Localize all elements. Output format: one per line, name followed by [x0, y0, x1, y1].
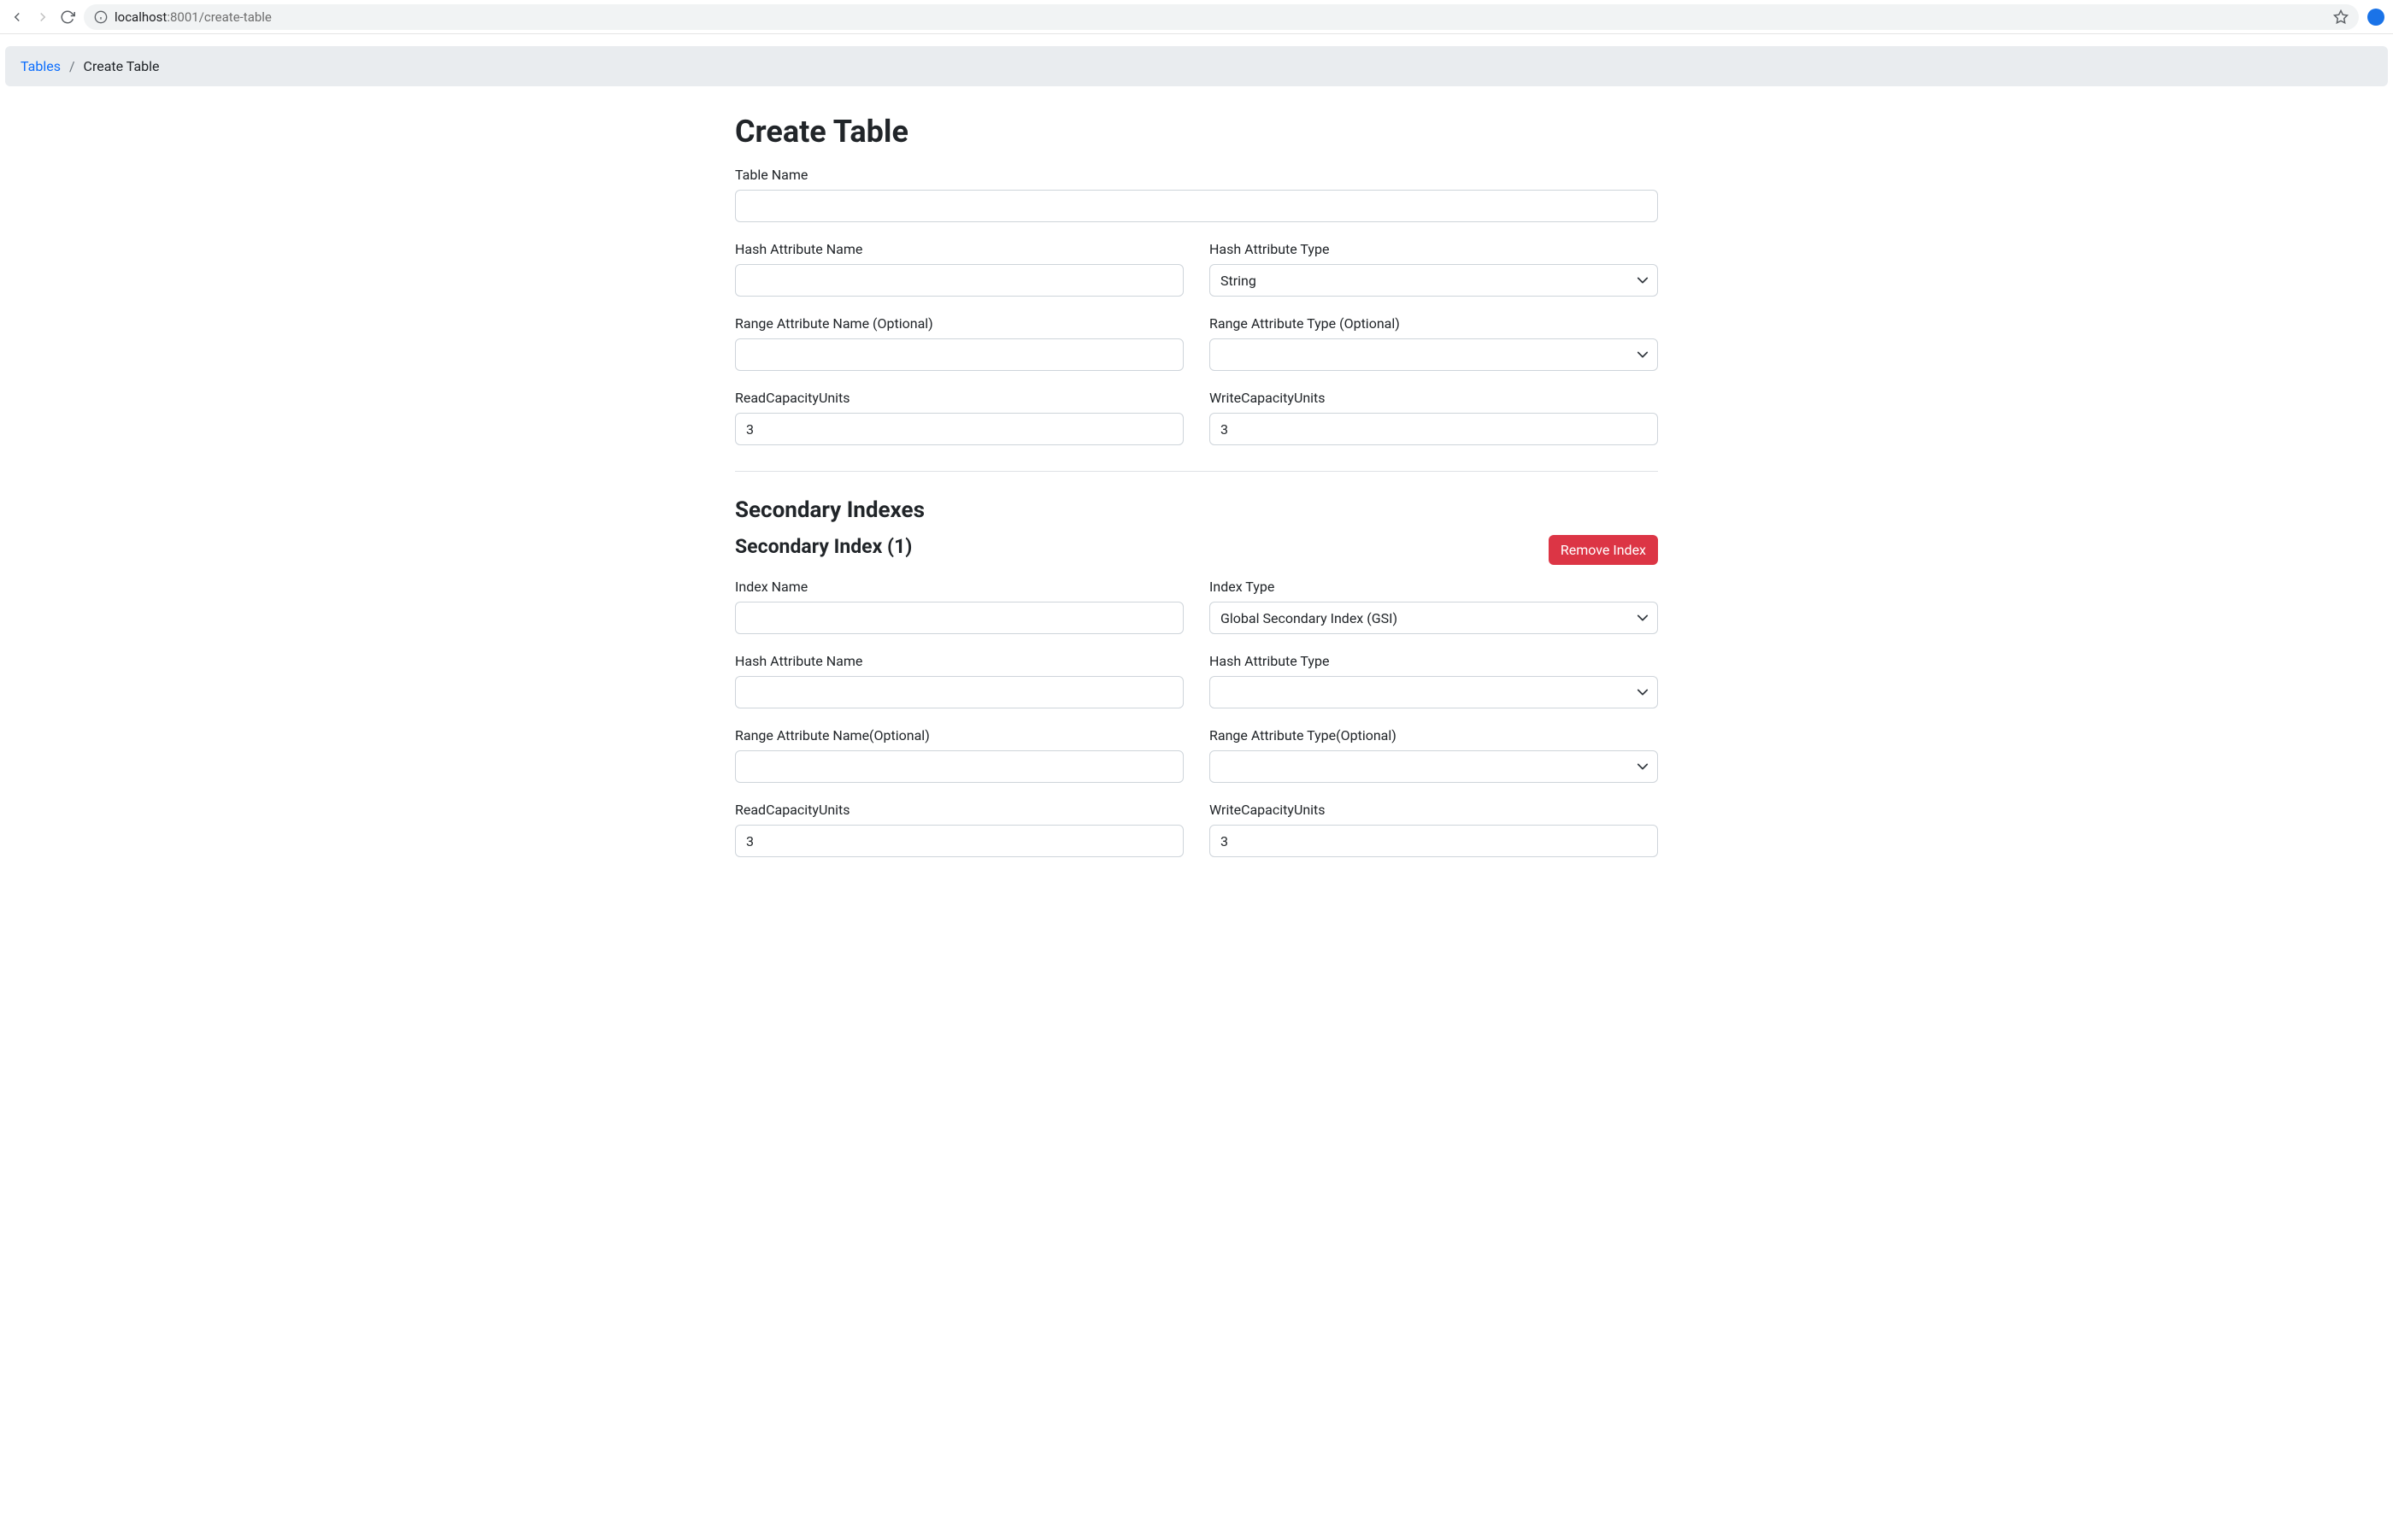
write-capacity-input[interactable] — [1209, 413, 1658, 445]
idx-hash-attr-name-input[interactable] — [735, 676, 1184, 708]
remove-index-button[interactable]: Remove Index — [1549, 535, 1658, 565]
address-bar[interactable]: localhost:8001/create-table — [84, 4, 2359, 30]
range-attr-type-select[interactable] — [1209, 338, 1658, 371]
url-host: localhost — [115, 9, 167, 25]
range-attr-name-label: Range Attribute Name (Optional) — [735, 315, 1184, 332]
table-name-label: Table Name — [735, 167, 1658, 183]
idx-range-attr-type-label: Range Attribute Type(Optional) — [1209, 727, 1658, 744]
main-content: Create Table Table Name Hash Attribute N… — [718, 91, 1675, 907]
index-name-label: Index Name — [735, 579, 1184, 595]
profile-avatar-icon[interactable] — [2367, 9, 2384, 26]
back-button[interactable] — [9, 9, 26, 26]
idx-range-attr-name-input[interactable] — [735, 750, 1184, 783]
hash-attr-type-select[interactable]: String — [1209, 264, 1658, 297]
range-attr-name-input[interactable] — [735, 338, 1184, 371]
write-capacity-label: WriteCapacityUnits — [1209, 390, 1658, 406]
idx-range-attr-name-label: Range Attribute Name(Optional) — [735, 727, 1184, 744]
breadcrumb: Tables / Create Table — [5, 46, 2388, 86]
url-path: /create-table — [199, 9, 272, 25]
forward-button[interactable] — [34, 9, 51, 26]
secondary-indexes-heading: Secondary Indexes — [735, 497, 1658, 523]
range-attr-type-label: Range Attribute Type (Optional) — [1209, 315, 1658, 332]
idx-read-capacity-label: ReadCapacityUnits — [735, 802, 1184, 818]
reload-button[interactable] — [60, 9, 75, 25]
url-port: :8001 — [167, 9, 198, 25]
hash-attr-name-label: Hash Attribute Name — [735, 241, 1184, 257]
idx-hash-attr-type-label: Hash Attribute Type — [1209, 653, 1658, 669]
breadcrumb-root-link[interactable]: Tables — [21, 58, 61, 74]
read-capacity-input[interactable] — [735, 413, 1184, 445]
site-info-icon[interactable] — [94, 10, 108, 24]
idx-write-capacity-input[interactable] — [1209, 825, 1658, 857]
index-type-select[interactable]: Global Secondary Index (GSI) — [1209, 602, 1658, 634]
idx-range-attr-type-select[interactable] — [1209, 750, 1658, 783]
table-name-input[interactable] — [735, 190, 1658, 222]
idx-hash-attr-type-select[interactable] — [1209, 676, 1658, 708]
page-title: Create Table — [735, 114, 1658, 150]
idx-read-capacity-input[interactable] — [735, 825, 1184, 857]
url-text: localhost:8001/create-table — [115, 9, 2326, 25]
idx-write-capacity-label: WriteCapacityUnits — [1209, 802, 1658, 818]
breadcrumb-separator: / — [69, 58, 75, 74]
bookmark-star-icon[interactable] — [2333, 9, 2349, 25]
idx-hash-attr-name-label: Hash Attribute Name — [735, 653, 1184, 669]
hash-attr-name-input[interactable] — [735, 264, 1184, 297]
index-type-label: Index Type — [1209, 579, 1658, 595]
index-name-input[interactable] — [735, 602, 1184, 634]
breadcrumb-current: Create Table — [84, 58, 160, 74]
secondary-index-title: Secondary Index (1) — [735, 535, 912, 558]
browser-toolbar: localhost:8001/create-table — [0, 0, 2393, 34]
hash-attr-type-label: Hash Attribute Type — [1209, 241, 1658, 257]
read-capacity-label: ReadCapacityUnits — [735, 390, 1184, 406]
section-divider — [735, 471, 1658, 472]
